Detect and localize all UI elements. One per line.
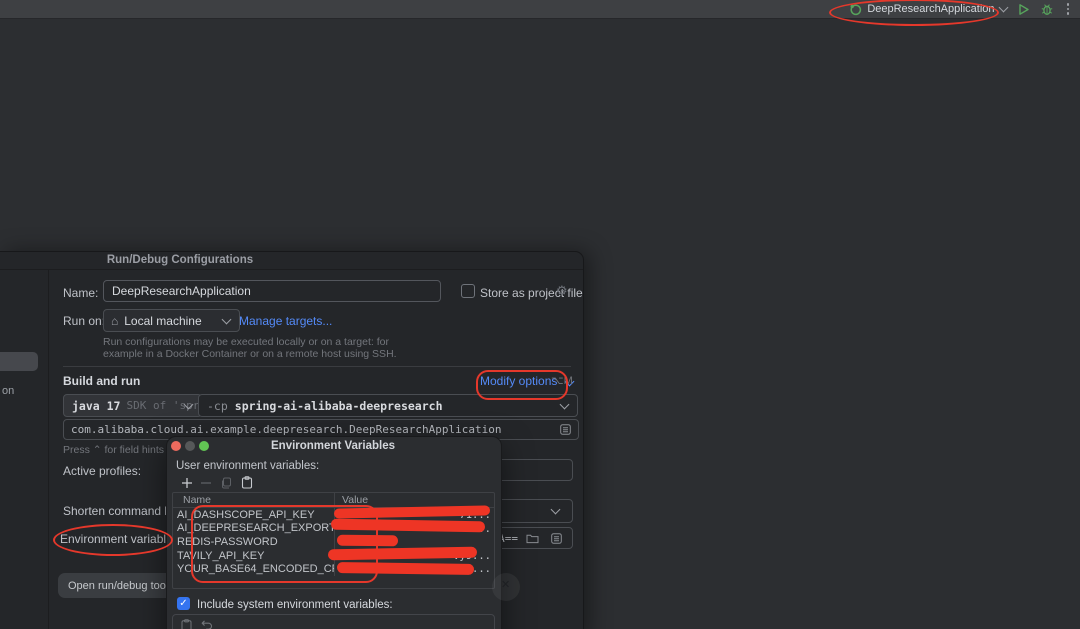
cp-value: spring-ai-alibaba-deepresearch (235, 399, 443, 413)
config-tree-selected-item[interactable] (0, 352, 38, 371)
run-debug-dialog-title: Run/Debug Configurations (0, 254, 360, 266)
env-var-value: 100... (335, 562, 494, 576)
include-system-checkbox[interactable]: ✓ (177, 597, 190, 610)
run-on-value: Local machine (124, 314, 201, 328)
home-icon: ⌂ (111, 314, 118, 328)
dialog-title-divider (0, 269, 583, 270)
modify-options-shortcut: ⌥M (551, 374, 573, 387)
env-var-name: YOUR_BASE64_ENCODED_CREDE... (173, 563, 335, 575)
section-divider (63, 366, 571, 367)
environment-variables-label: Environment variables: (60, 532, 182, 546)
env-var-name: TAVILY_API_KEY (173, 550, 335, 562)
env-var-value (335, 535, 494, 549)
check-icon: ✓ (179, 598, 187, 609)
env-var-name: AI_DASHSCOPE_API_KEY (173, 509, 335, 521)
store-as-project-file-checkbox[interactable] (461, 284, 475, 298)
copy-icon[interactable] (215, 477, 236, 489)
expand-editor-icon[interactable] (551, 533, 562, 544)
debug-button[interactable] (1040, 3, 1054, 16)
paste-icon[interactable] (236, 476, 257, 489)
name-input[interactable]: DeepResearchApplication (103, 280, 441, 302)
active-profiles-label: Active profiles: (63, 464, 141, 478)
chevron-down-icon (222, 314, 232, 324)
jre-select[interactable]: java 17 SDK of 'spri… (63, 394, 202, 417)
manage-targets-link[interactable]: Manage targets... (239, 314, 332, 328)
name-label: Name: (63, 286, 98, 300)
chevron-down-icon (551, 505, 561, 515)
folder-icon[interactable] (526, 533, 539, 544)
open-tool-window-label: Open run/debug tool wi (68, 580, 180, 592)
env-var-value: s71... (335, 508, 494, 522)
table-header: Name Value (173, 493, 494, 508)
run-config-selector[interactable]: DeepResearchApplication (849, 3, 1006, 16)
main-toolbar: DeepResearchApplication (0, 0, 1080, 19)
column-header-value[interactable]: Value (335, 494, 494, 506)
app-window: DeepResearchApplication (0, 0, 1080, 629)
chevron-down-icon (998, 3, 1008, 13)
env-table-body: AI_DASHSCOPE_API_KEYs71...AI_DEEPRESEARC… (173, 508, 494, 576)
add-variable-button[interactable] (177, 477, 196, 489)
jre-value: java 17 (72, 399, 120, 413)
open-tool-window-button[interactable]: Open run/debug tool wi (58, 573, 180, 598)
spring-boot-icon (849, 3, 862, 16)
cp-flag: -cp (207, 399, 228, 413)
run-on-hint-line1: Run configurations may be executed local… (103, 336, 389, 348)
column-header-name[interactable]: Name (173, 493, 335, 507)
remove-variable-button[interactable] (196, 477, 215, 489)
config-tree-sidebar[interactable] (0, 270, 49, 629)
modify-options-label: Modify options (480, 374, 557, 388)
chevron-down-icon (560, 399, 570, 409)
include-system-label: Include system environment variables: (197, 599, 393, 611)
run-on-label: Run on: (63, 314, 105, 328)
env-variables-table[interactable]: Name Value AI_DASHSCOPE_API_KEYs71...AI_… (172, 492, 495, 589)
build-and-run-label: Build and run (63, 374, 140, 388)
env-var-name: REDIS-PASSWORD (173, 536, 335, 548)
run-on-select[interactable]: ⌂ Local machine (103, 309, 240, 332)
list-options-icon[interactable] (560, 424, 571, 435)
classpath-select[interactable]: -cp spring-ai-alibaba-deepresearch (198, 394, 578, 417)
field-hints-text: Press ⌃ for field hints (63, 444, 164, 456)
env-dialog-bottom-field[interactable] (172, 614, 495, 629)
env-dialog-title: Environment Variables (166, 440, 500, 452)
env-var-value: vy9... (335, 549, 494, 563)
env-var-value: r... (335, 522, 494, 536)
more-options-button[interactable] (1064, 3, 1073, 15)
user-env-label: User environment variables: (176, 460, 319, 472)
main-class-value: com.alibaba.cloud.ai.example.deepresearc… (71, 423, 501, 436)
paste-icon[interactable] (181, 619, 192, 629)
name-value: DeepResearchApplication (112, 284, 251, 298)
run-button[interactable] (1017, 3, 1030, 16)
env-var-name: AI_DEEPRESEARCH_EXPORT_PATH (173, 522, 335, 534)
config-tree-item-partial: on (2, 385, 14, 397)
undo-icon[interactable] (201, 620, 213, 629)
cursor-ghost: ✕ (492, 573, 520, 601)
run-on-hint-line2: example in a Docker Container or on a re… (103, 348, 397, 360)
gear-icon[interactable]: ⚙ (556, 283, 568, 299)
run-config-label: DeepResearchApplication (867, 3, 994, 15)
